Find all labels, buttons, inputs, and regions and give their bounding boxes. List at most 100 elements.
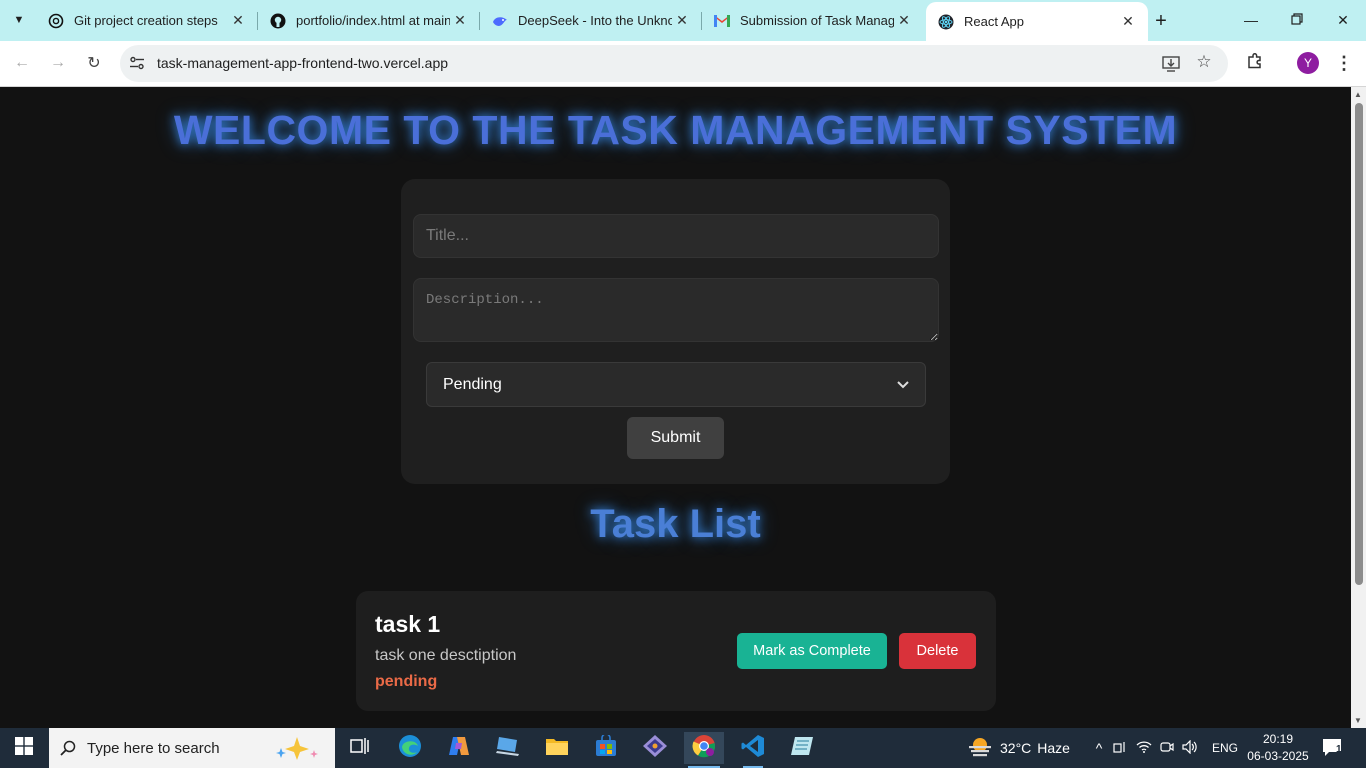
weather-condition: Haze [1037,740,1070,756]
notification-center-button[interactable]: 1 [1322,738,1346,758]
store-icon [595,732,617,762]
copilot-icon [447,734,471,763]
restore-button[interactable] [1274,0,1320,40]
taskbar-clock[interactable]: 20:19 06-03-2025 [1246,731,1310,765]
bookmark-star-icon[interactable]: ☆ [1193,51,1215,73]
weather-widget[interactable]: 32°C Haze [968,728,1070,768]
task-status: pending [375,673,438,690]
extensions-button[interactable] [1242,50,1268,76]
gmail-icon [714,13,730,29]
task-card: task 1 task one desctiption pending Mark… [356,591,996,711]
taskbar-search-placeholder: Type here to search [87,739,220,757]
close-icon[interactable]: ✕ [228,11,248,31]
url-text: task-management-app-frontend-two.vercel.… [157,55,449,71]
tab-deepseek[interactable]: DeepSeek - Into the Unknow ✕ [480,0,702,41]
scroll-up-icon[interactable]: ▲ [1354,90,1362,99]
tab-label: React App [964,14,1024,29]
profile-avatar[interactable]: Y [1297,52,1319,74]
network-device-icon[interactable] [1108,740,1132,757]
clock-time: 20:19 [1262,732,1294,746]
chevron-down-icon: ▼ [13,14,25,26]
minimize-icon: — [1244,12,1258,28]
tab-label: DeepSeek - Into the Unknow [518,13,672,28]
scrollbar-thumb[interactable] [1355,103,1363,585]
close-icon[interactable]: ✕ [1118,12,1138,32]
task-view-button[interactable] [340,732,380,764]
submit-button[interactable]: Submit [627,417,724,459]
tab-label: Git project creation steps [74,13,218,28]
minimize-button[interactable]: — [1228,0,1274,40]
close-icon[interactable]: ✕ [450,11,470,31]
page-viewport: WELCOME TO THE TASK MANAGEMENT SYSTEM Pe… [0,87,1351,728]
title-input[interactable] [413,214,939,258]
taskbar-pc-app[interactable] [488,732,528,764]
back-button[interactable]: ← [8,49,36,77]
arrow-right-icon: → [50,54,66,71]
windows-logo-icon [15,736,33,760]
task-title: task 1 [375,611,441,637]
taskbar-file-explorer[interactable] [537,732,577,764]
restore-icon [1291,12,1303,28]
chevron-up-icon[interactable]: ^ [1090,740,1108,756]
mark-complete-button[interactable]: Mark as Complete [737,633,887,669]
close-icon[interactable]: ✕ [672,11,692,31]
chrome-icon [692,734,716,763]
close-icon[interactable]: ✕ [894,11,914,31]
folder-icon [545,736,569,761]
edge-icon [398,734,422,763]
tab-portfolio-github[interactable]: portfolio/index.html at main ✕ [258,0,480,41]
task-list-heading: Task List [590,502,761,546]
taskbar-chrome[interactable] [684,732,724,768]
clock-date: 06-03-2025 [1247,749,1309,763]
taskbar-search-box[interactable]: Type here to search [49,728,335,768]
tab-react-app[interactable]: React App ✕ [926,2,1148,41]
tab-label: portfolio/index.html at main [296,13,450,28]
close-window-button[interactable]: ✕ [1320,0,1366,40]
taskbar-edge[interactable] [390,732,430,764]
menu-button[interactable]: ⋮ [1334,50,1354,76]
taskbar-copilot[interactable] [439,732,479,764]
start-button[interactable] [0,728,48,768]
install-app-icon[interactable] [1160,53,1182,75]
task-view-icon [350,737,370,760]
openai-icon [48,13,64,29]
tab-gmail-submission[interactable]: Submission of Task Manager ✕ [702,0,924,41]
taskbar-vscode[interactable] [733,732,773,768]
plus-icon: + [1155,9,1167,32]
site-info-icon[interactable] [128,54,146,72]
forward-button[interactable]: → [44,49,72,77]
copilot-sparkle-icon [267,736,327,760]
reload-button[interactable]: ↻ [80,49,108,77]
taskbar-store[interactable] [586,732,626,764]
deepseek-icon [492,13,508,29]
volume-icon[interactable] [1178,739,1202,757]
close-icon: ✕ [1337,11,1349,28]
notes-icon [790,735,814,762]
page-scrollbar[interactable]: ▲ ▼ [1351,87,1366,728]
weather-temperature: 32°C [1000,740,1032,756]
taskbar-notes-app[interactable] [782,732,822,764]
language-indicator[interactable]: ENG [1212,741,1238,755]
new-tab-button[interactable]: + [1148,8,1174,34]
address-bar[interactable]: task-management-app-frontend-two.vercel.… [120,45,1228,82]
tab-git-project[interactable]: Git project creation steps ✕ [36,0,258,41]
tab-label: Submission of Task Manager [740,13,894,28]
tab-search-button[interactable]: ▼ [4,6,34,34]
taskbar-git-gui[interactable] [635,732,675,764]
page-title: WELCOME TO THE TASK MANAGEMENT SYSTEM [173,107,1178,153]
arrow-left-icon: ← [14,54,30,71]
task-form: Pending Submit [401,179,950,484]
scroll-down-icon[interactable]: ▼ [1354,716,1362,725]
wifi-icon[interactable] [1132,740,1156,756]
notification-count: 1 [1336,744,1342,755]
meet-now-icon[interactable] [1156,740,1178,757]
github-icon [270,13,286,29]
delete-button[interactable]: Delete [899,633,976,669]
git-gui-icon [642,734,668,763]
puzzle-icon [1246,52,1264,75]
description-textarea[interactable] [413,278,939,342]
status-select-value: Pending [443,375,502,393]
laptop-icon [495,735,521,762]
status-select[interactable]: Pending [426,362,926,407]
react-icon [938,14,954,30]
